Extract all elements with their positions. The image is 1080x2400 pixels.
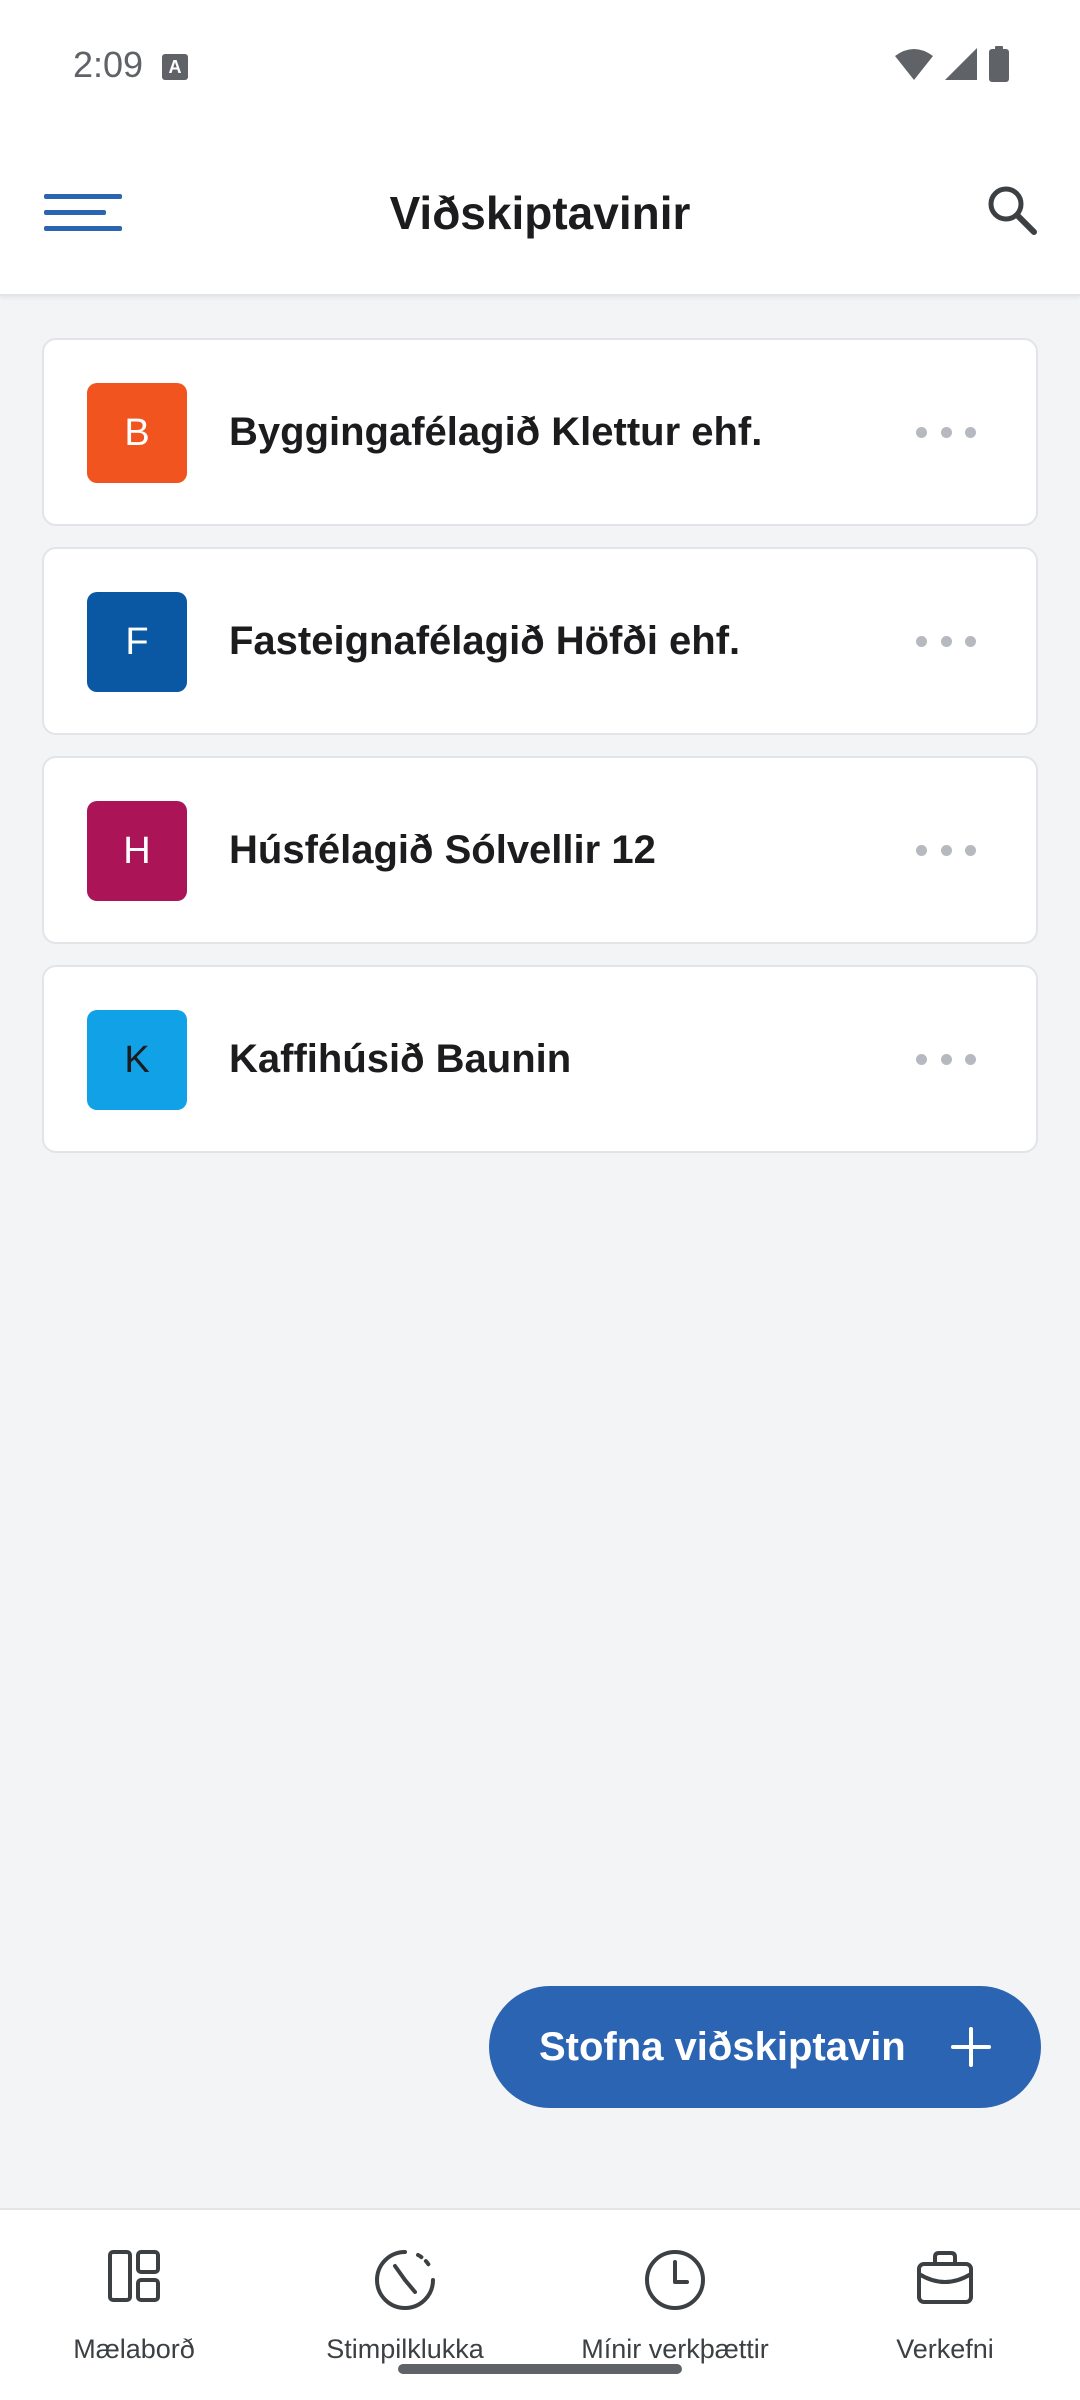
avatar: K <box>87 1010 187 1110</box>
nav-label: Mælaborð <box>73 2334 195 2364</box>
plus-icon <box>951 2027 991 2067</box>
clock-icon <box>645 2250 705 2310</box>
status-time: 2:09 <box>73 44 144 85</box>
customer-card[interactable]: K Kaffihúsið Baunin <box>42 965 1038 1153</box>
search-icon[interactable] <box>982 180 1042 240</box>
a-notification-icon: A <box>162 54 188 80</box>
create-customer-label: Stofna viðskiptavin <box>539 2024 906 2069</box>
customer-card[interactable]: B Byggingafélagið Klettur ehf. <box>42 338 1038 526</box>
nav-label: Mínir verkþættir <box>581 2334 769 2364</box>
avatar: B <box>87 383 187 483</box>
nav-label: Stimpilklukka <box>326 2334 484 2364</box>
page-title: Viðskiptavinir <box>389 187 691 239</box>
customer-name: Húsfélagið Sólvellir 12 <box>229 828 656 872</box>
more-options-icon[interactable] <box>916 1039 976 1079</box>
screen: 2:09 A Viðskiptavinir B Byggingafélagið … <box>0 0 1080 2400</box>
battery-icon <box>989 46 1009 82</box>
briefcase-icon <box>917 2251 973 2304</box>
customer-card[interactable]: F Fasteignafélagið Höfði ehf. <box>42 547 1038 735</box>
app-bar: Viðskiptavinir <box>0 130 1080 296</box>
customer-name: Fasteignafélagið Höfði ehf. <box>229 619 741 663</box>
customer-name: Byggingafélagið Klettur ehf. <box>229 410 763 454</box>
avatar: H <box>87 801 187 901</box>
signal-icon <box>945 48 977 80</box>
create-customer-button[interactable]: Stofna viðskiptavin <box>489 1986 1041 2108</box>
avatar: F <box>87 592 187 692</box>
more-options-icon[interactable] <box>916 412 976 452</box>
nav-item-projects[interactable]: Verkefni <box>860 2210 1030 2400</box>
customer-name: Kaffihúsið Baunin <box>229 1037 572 1081</box>
home-indicator[interactable] <box>398 2364 682 2374</box>
customer-card[interactable]: H Húsfélagið Sólvellir 12 <box>42 756 1038 944</box>
more-options-icon[interactable] <box>916 621 976 661</box>
status-icons <box>894 46 1010 82</box>
nav-item-dashboard[interactable]: Mælaborð <box>44 2210 224 2400</box>
customer-list: B Byggingafélagið Klettur ehf. F Fasteig… <box>42 338 1038 1174</box>
punch-clock-icon <box>375 2250 435 2310</box>
dashboard-icon <box>108 2250 160 2302</box>
more-options-icon[interactable] <box>916 830 976 870</box>
nav-label: Verkefni <box>896 2334 994 2364</box>
wifi-icon <box>895 49 933 80</box>
status-bar: 2:09 A <box>0 0 1080 130</box>
